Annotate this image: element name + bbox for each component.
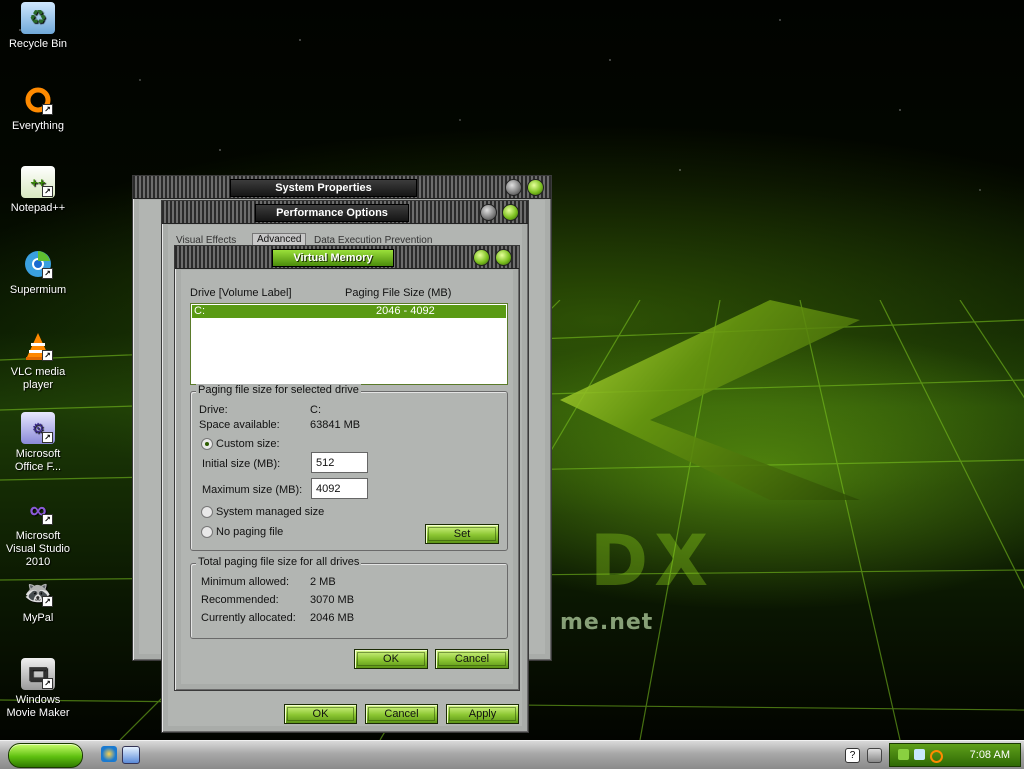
desktop-icon-office[interactable]: ⚙ ↗ Microsoft Office F...: [0, 412, 76, 474]
recommended-label: Recommended:: [201, 594, 279, 606]
paging-size-cell: 2046 - 4092: [376, 305, 435, 317]
custom-size-label: Custom size:: [216, 438, 280, 450]
ok-button[interactable]: OK: [354, 649, 428, 669]
dx-watermark: DX: [590, 520, 715, 602]
taskbar: ? 7:08 AM: [0, 740, 1024, 769]
visual-studio-icon: ∞ ↗: [21, 494, 55, 526]
ok-button[interactable]: OK: [284, 704, 357, 724]
desktop-icon-vlc[interactable]: ↗ VLC media player: [0, 330, 76, 392]
window-title: System Properties: [230, 179, 417, 197]
notepad-plus-plus-icon: ++ ↗: [21, 166, 55, 198]
space-available-value: 63841 MB: [310, 419, 361, 431]
desktop-icon-notepad-plus-plus[interactable]: ++ ↗ Notepad++: [0, 166, 76, 215]
help-button[interactable]: [473, 249, 490, 266]
minimum-allowed-label: Minimum allowed:: [201, 576, 290, 588]
custom-size-radio[interactable]: [201, 438, 213, 450]
show-desktop-icon[interactable]: [122, 746, 140, 764]
no-paging-file-radio[interactable]: [201, 526, 213, 538]
help-tray-icon[interactable]: ?: [845, 748, 860, 763]
system-managed-radio[interactable]: [201, 506, 213, 518]
currently-allocated-label: Currently allocated:: [201, 612, 296, 624]
maximum-size-field[interactable]: 4092: [311, 478, 368, 499]
group-title: Paging file size for selected drive: [196, 384, 361, 396]
close-button[interactable]: [527, 179, 544, 196]
close-button[interactable]: [502, 204, 519, 221]
cancel-button[interactable]: Cancel: [435, 649, 509, 669]
drive-cell: C:: [194, 305, 205, 317]
internet-explorer-icon[interactable]: [101, 746, 117, 762]
desktop-icon-label: Supermium: [9, 284, 67, 296]
set-button[interactable]: Set: [425, 524, 499, 544]
system-managed-label: System managed size: [216, 506, 325, 518]
cancel-button[interactable]: Cancel: [365, 704, 438, 724]
desktop-icon-visual-studio[interactable]: ∞ ↗ Microsoft Visual Studio 2010: [0, 494, 76, 569]
supermium-icon: ↗: [21, 248, 55, 280]
desktop-icon-label: Microsoft Office F...: [14, 448, 62, 473]
drive-value: C:: [310, 404, 321, 416]
desktop-icon-mypal[interactable]: 🦝 ↗ MyPal: [0, 576, 76, 625]
tray-app-icon[interactable]: [898, 749, 909, 760]
drive-list[interactable]: C: 2046 - 4092: [190, 303, 508, 385]
tray-display-icon[interactable]: [914, 749, 925, 760]
window-title: Virtual Memory: [272, 249, 394, 267]
recommended-value: 3070 MB: [310, 594, 355, 606]
minimum-allowed-value: 2 MB: [310, 576, 336, 588]
desktop-icon-label: MyPal: [22, 612, 54, 624]
apply-button[interactable]: Apply: [446, 704, 519, 724]
drive-label: Drive:: [199, 404, 228, 416]
currently-allocated-value: 2046 MB: [310, 612, 355, 624]
column-header-paging-size: Paging File Size (MB): [345, 287, 452, 299]
desktop-icon-label: Windows Movie Maker: [6, 694, 70, 719]
desktop-icon-movie-maker[interactable]: 🎞 ↗ Windows Movie Maker: [0, 658, 76, 720]
desktop-icon-recycle-bin[interactable]: ♻ Recycle Bin: [0, 2, 76, 51]
desktop-icon-everything[interactable]: ↗ Everything: [0, 84, 76, 133]
group-title: Total paging file size for all drives: [196, 556, 362, 568]
no-paging-file-label: No paging file: [216, 526, 284, 538]
initial-size-field[interactable]: 512: [311, 452, 368, 473]
desktop-icon-label: VLC media player: [10, 366, 66, 391]
maximum-size-label: Maximum size (MB):: [202, 484, 303, 496]
close-button[interactable]: [495, 249, 512, 266]
minimize-button[interactable]: [480, 204, 497, 221]
list-item[interactable]: C: 2046 - 4092: [192, 305, 506, 318]
office-icon: ⚙ ↗: [21, 412, 55, 444]
desktop-icon-supermium[interactable]: ↗ Supermium: [0, 248, 76, 297]
column-header-drive: Drive [Volume Label]: [190, 287, 292, 299]
background-watermark-text: me.net: [560, 610, 654, 635]
desktop-icon-label: Recycle Bin: [8, 38, 68, 50]
network-tray-icon[interactable]: [867, 748, 882, 763]
start-button[interactable]: [8, 743, 83, 768]
everything-tray-icon[interactable]: [930, 750, 943, 763]
taskbar-clock[interactable]: 7:08 AM: [970, 744, 1010, 766]
movie-maker-icon: 🎞 ↗: [21, 658, 55, 690]
initial-size-label: Initial size (MB):: [202, 458, 281, 470]
window-title: Performance Options: [255, 204, 409, 222]
recycle-bin-icon: ♻: [21, 2, 55, 34]
desktop-icon-label: Notepad++: [10, 202, 66, 214]
desktop-icon-label: Everything: [12, 120, 64, 132]
desktop-icon-label: Microsoft Visual Studio 2010: [5, 530, 70, 568]
vlc-icon: ↗: [21, 330, 55, 362]
space-available-label: Space available:: [199, 419, 280, 431]
everything-icon: ↗: [21, 84, 55, 116]
mypal-icon: 🦝 ↗: [24, 579, 53, 607]
minimize-button[interactable]: [505, 179, 522, 196]
system-tray: 7:08 AM: [889, 743, 1021, 767]
